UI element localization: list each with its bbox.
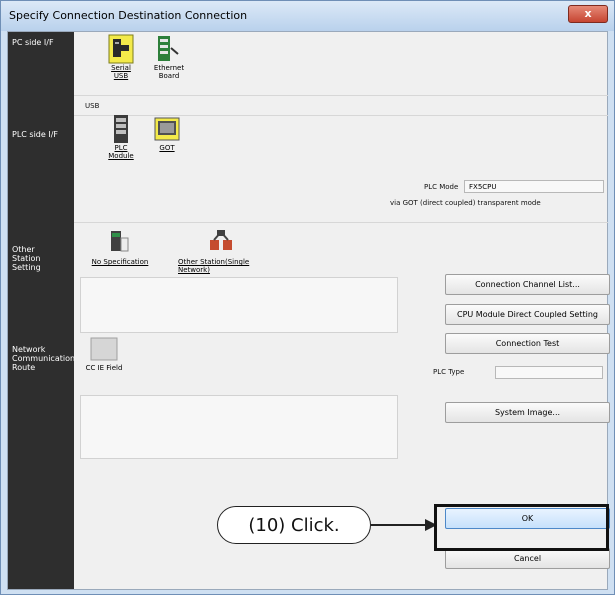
- other-station-single-icon: [208, 228, 234, 258]
- cancel-button[interactable]: Cancel: [445, 548, 610, 569]
- callout-arrow: [371, 524, 427, 526]
- connection-destination-dialog: Specify Connection Destination Connectio…: [0, 0, 615, 595]
- got-label: GOT: [159, 144, 175, 152]
- title-bar: Specify Connection Destination Connectio…: [1, 1, 614, 31]
- system-image-button[interactable]: System Image...: [445, 402, 610, 423]
- other-station-detail-panel: [80, 277, 398, 333]
- other-station-single-label: Other Station(Single Network): [178, 258, 250, 274]
- close-icon: x: [584, 7, 592, 20]
- close-button[interactable]: x: [568, 5, 608, 23]
- window-title: Specify Connection Destination Connectio…: [9, 9, 248, 22]
- plc-mode-field: FX5CPU: [464, 180, 604, 193]
- cpu-module-direct-coupled-button[interactable]: CPU Module Direct Coupled Setting: [445, 304, 610, 325]
- pc-side-label: PC side I/F: [12, 38, 54, 47]
- no-specification-icon: [107, 228, 133, 258]
- connection-test-button[interactable]: Connection Test: [445, 333, 610, 354]
- plc-side-label: PLC side I/F: [12, 130, 58, 139]
- plc-type-field: [495, 366, 603, 379]
- plc-connection-note: via GOT (direct coupled) transparent mod…: [390, 199, 541, 207]
- ethernet-board-option[interactable]: Ethernet Board: [134, 34, 204, 80]
- cc-ie-field-icon: [89, 336, 119, 362]
- plc-module-icon: [108, 114, 134, 144]
- pc-side-status: USB: [85, 102, 100, 110]
- ethernet-board-icon: [156, 34, 182, 64]
- cc-ie-field-label: CC IE Field: [85, 364, 123, 372]
- other-station-label: Other Station Setting: [12, 245, 41, 272]
- ok-button-highlight: [434, 504, 609, 551]
- cc-ie-field-option[interactable]: CC IE Field: [82, 336, 126, 372]
- plc-mode-label: PLC Mode: [424, 183, 459, 191]
- plc-side-divider: [74, 222, 608, 223]
- got-icon: [154, 114, 180, 144]
- connection-channel-list-button[interactable]: Connection Channel List...: [445, 274, 610, 295]
- plc-type-label: PLC Type: [433, 368, 465, 376]
- ethernet-board-label: Ethernet Board: [153, 64, 185, 80]
- other-station-single-option[interactable]: Other Station(Single Network): [176, 228, 266, 274]
- instruction-callout: (10) Click.: [217, 506, 371, 544]
- no-specification-label: No Specification: [91, 258, 149, 266]
- left-category-pane: PC side I/F PLC side I/F Other Station S…: [8, 32, 76, 589]
- no-specification-option[interactable]: No Specification: [85, 228, 155, 266]
- serial-usb-icon: [108, 34, 134, 64]
- network-route-detail-panel: [80, 395, 398, 459]
- got-option[interactable]: GOT: [132, 114, 202, 152]
- pc-side-divider: [74, 95, 608, 96]
- network-route-label: Network Communication Route: [12, 345, 76, 372]
